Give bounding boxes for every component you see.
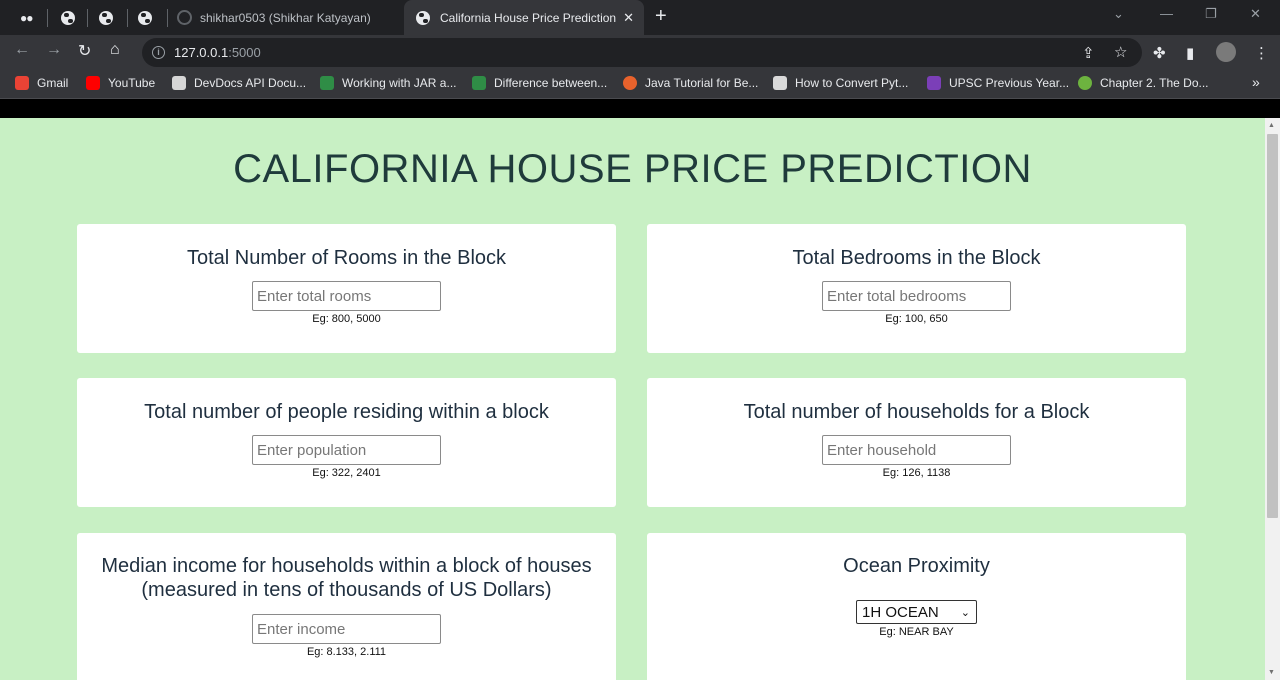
bookmark-chapter2[interactable]: Chapter 2. The Do... [1078,76,1209,90]
devdocs-icon [172,76,186,90]
profile-avatar[interactable] [1216,42,1236,62]
tab-label: shikhar0503 (Shikhar Katyayan) [200,10,371,25]
gmail-icon [15,76,29,90]
menu-icon[interactable]: ⋮ [1254,44,1269,62]
globe-icon [416,10,430,25]
total-rooms-input[interactable] [252,281,441,311]
income-input[interactable] [252,614,441,644]
forward-button[interactable]: → [46,41,62,59]
share-icon[interactable]: ⇪ [1082,44,1095,62]
bookmark-label: UPSC Previous Year... [949,76,1070,90]
tab-globe-2[interactable] [88,0,128,35]
restore-button[interactable]: ❐ [1205,6,1217,22]
select-wrapper: 1H OCEAN ⌄ [647,600,1186,624]
java-tutorial-icon [623,76,637,90]
example-hint: Eg: 8.133, 2.111 [306,646,387,658]
example-hint: Eg: NEAR BAY [879,626,954,638]
total-bedrooms-input[interactable] [822,281,1011,311]
gfg-icon [320,76,334,90]
scroll-down-icon[interactable]: ▼ [1268,669,1275,676]
globe-icon [99,10,113,25]
population-input[interactable] [252,435,441,465]
chevron-down-icon: ⌄ [960,606,970,619]
globe-icon [138,10,152,25]
scroll-up-icon[interactable]: ▲ [1268,122,1275,129]
address-bar[interactable]: i 127.0.0.1:5000 ⇪ ☆ [142,38,1142,67]
ocean-proximity-select[interactable]: 1H OCEAN ⌄ [856,600,977,624]
page-icon [773,76,787,90]
tab-globe-1[interactable] [48,0,88,35]
side-panel-icon[interactable]: ▮ [1186,44,1194,62]
bookmark-devdocs[interactable]: DevDocs API Docu... [172,76,306,90]
bookmark-label: DevDocs API Docu... [194,76,307,90]
bookmark-upsc[interactable]: UPSC Previous Year... [927,76,1069,90]
bookmark-label: Java Tutorial for Be... [645,76,759,90]
browser-toolbar: ← → ↻ ⌂ i 127.0.0.1:5000 ⇪ ☆ ✤ ▮ ⋮ [0,35,1280,70]
card-heading: Ocean Proximity [843,555,990,577]
reload-button[interactable]: ↻ [78,41,91,61]
medium-icon: ●● [20,10,33,25]
spring-icon [1078,76,1092,90]
chevron-down-icon[interactable]: ⌄ [1113,6,1124,22]
bookmarks-bar: Gmail YouTube DevDocs API Docu... Workin… [0,70,1280,99]
youtube-icon [86,76,100,90]
card-heading: Median income for households within a bl… [101,555,592,601]
bookmark-label: Difference between... [494,76,608,90]
github-icon [177,10,192,25]
households-input[interactable] [822,435,1011,465]
card-population: Total number of people residing within a… [77,378,616,507]
browser-tab-strip: ●● shikhar0503 (Shikhar Katyayan) Califo… [0,0,1280,35]
bookmark-java-tutorial[interactable]: Java Tutorial for Be... [623,76,758,90]
card-heading: Total number of households for a Block [743,401,1090,423]
bookmark-label: How to Convert Pyt... [795,76,909,90]
example-hint: Eg: 100, 650 [885,313,948,325]
example-hint: Eg: 126, 1138 [882,467,951,479]
card-households: Total number of households for a Block E… [647,378,1186,507]
scrollbar-thumb[interactable] [1267,134,1278,518]
bookmark-jar[interactable]: Working with JAR a... [320,76,456,90]
bookmark-star-icon[interactable]: ☆ [1114,43,1127,61]
card-total-bedrooms: Total Bedrooms in the Block Eg: 100, 650 [647,224,1186,353]
tab-medium[interactable]: ●● [0,0,48,35]
select-value: 1H OCEAN [862,603,939,621]
example-hint: Eg: 800, 5000 [312,313,381,325]
bookmark-difference[interactable]: Difference between... [472,76,607,90]
bookmark-label: Chapter 2. The Do... [1100,76,1209,90]
card-median-income: Median income for households within a bl… [77,533,616,680]
bookmark-youtube[interactable]: YouTube [86,76,155,90]
close-window-button[interactable]: ✕ [1250,6,1261,22]
example-hint: Eg: 322, 2401 [312,467,381,479]
extensions-icon[interactable]: ✤ [1153,44,1166,62]
vertical-scrollbar[interactable]: ▲ ▼ [1265,118,1280,680]
home-button[interactable]: ⌂ [110,41,120,59]
upsc-icon [927,76,941,90]
info-icon[interactable]: i [152,46,165,59]
bookmark-convert[interactable]: How to Convert Pyt... [773,76,908,90]
tab-label: California House Price Prediction [440,10,617,25]
page-content: CALIFORNIA HOUSE PRICE PREDICTION Total … [0,118,1265,680]
tab-globe-3[interactable] [128,0,168,35]
globe-icon [61,10,75,25]
page-title: CALIFORNIA HOUSE PRICE PREDICTION [233,147,1032,191]
page-top-band [0,99,1280,118]
card-heading: Total Number of Rooms in the Block [186,247,507,269]
close-tab-icon[interactable]: ✕ [623,10,634,26]
bookmark-label: Working with JAR a... [342,76,457,90]
tab-github[interactable]: shikhar0503 (Shikhar Katyayan) [168,0,404,35]
card-heading: Total Bedrooms in the Block [792,247,1041,269]
url-text: 127.0.0.1:5000 [174,45,261,60]
bookmark-label: YouTube [108,76,156,90]
more-bookmarks-button[interactable]: » [1252,74,1260,90]
card-total-rooms: Total Number of Rooms in the Block Eg: 8… [77,224,616,353]
new-tab-button[interactable]: + [655,5,667,28]
tab-active[interactable]: California House Price Prediction ✕ [404,0,644,35]
gfg-icon [472,76,486,90]
bookmark-label: Gmail [37,76,69,90]
card-ocean-proximity: Ocean Proximity 1H OCEAN ⌄ Eg: NEAR BAY [647,533,1186,680]
back-button[interactable]: ← [14,41,30,59]
card-heading: Total number of people residing within a… [144,401,549,423]
minimize-button[interactable]: — [1160,6,1173,21]
bookmark-gmail[interactable]: Gmail [15,76,68,90]
